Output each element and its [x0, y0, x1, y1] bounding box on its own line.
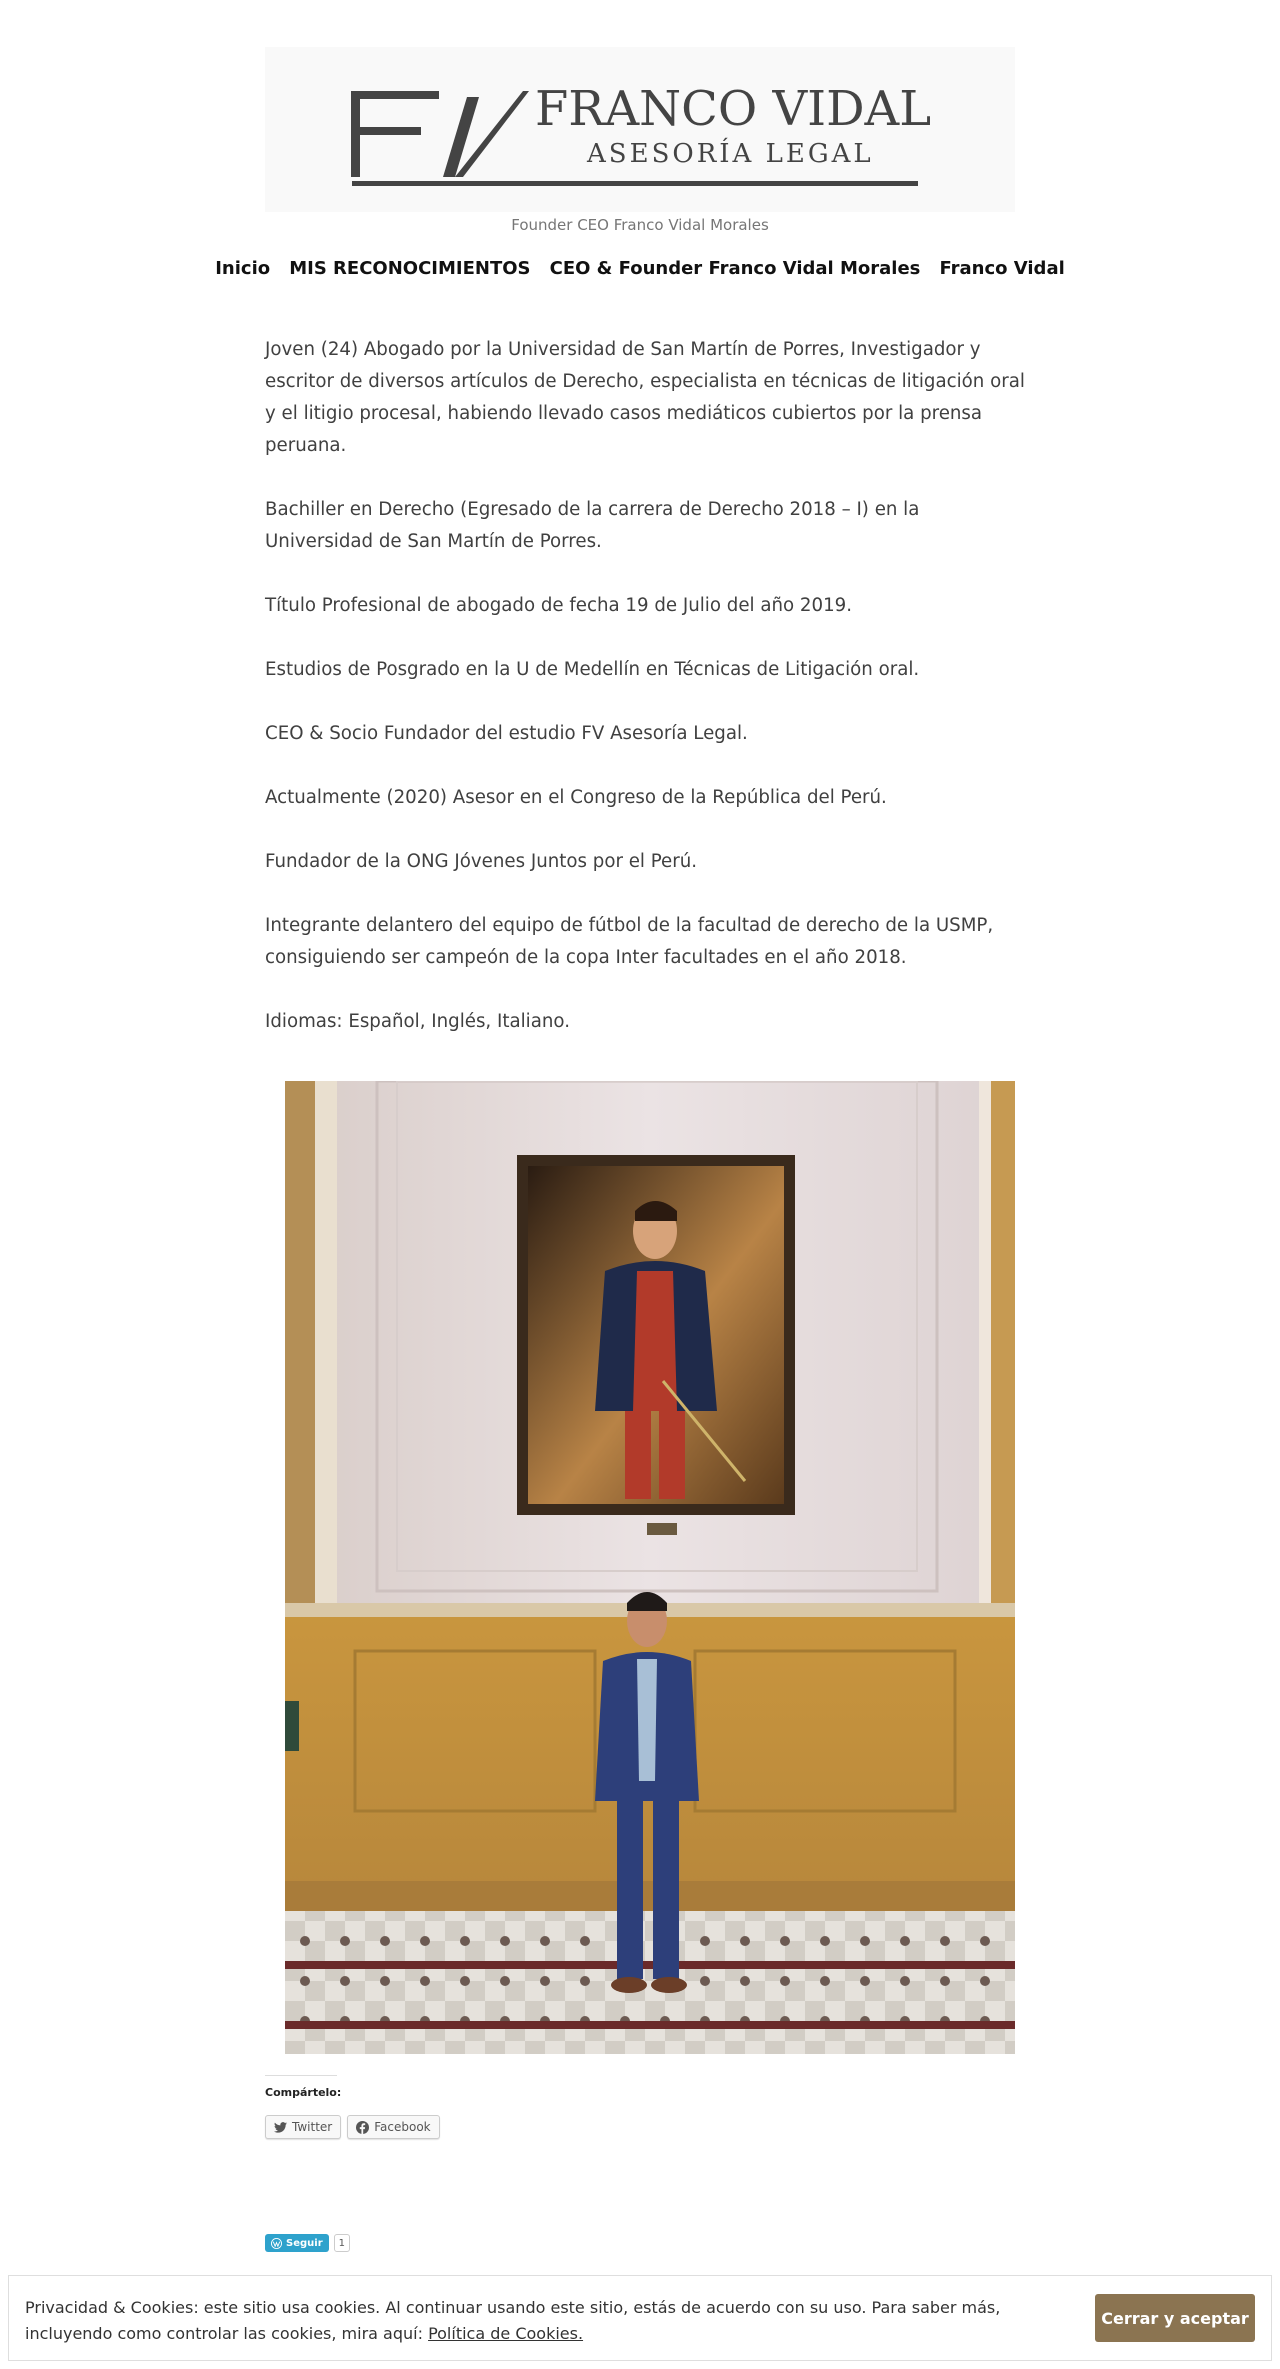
bio-paragraph: Joven (24) Abogado por la Universidad de… — [265, 339, 1025, 456]
logo-subtitle: ASESORÍA LEGAL — [587, 139, 874, 169]
follower-count: 1 — [333, 2234, 350, 2252]
twitter-share-button[interactable]: Twitter — [265, 2115, 342, 2139]
fv-monogram-icon — [351, 91, 529, 177]
post-content: Joven (24) Abogado por la Universidad de… — [265, 334, 1025, 1070]
twitter-share-label: Twitter — [292, 2120, 333, 2134]
logo-title: FRANCO VIDAL — [535, 81, 932, 137]
bio-paragraph: Bachiller en Derecho (Egresado de la car… — [265, 499, 920, 552]
facebook-share-label: Facebook — [374, 2120, 431, 2134]
bio-paragraph: Actualmente (2020) Asesor en el Congreso… — [265, 787, 887, 808]
share-buttons: Twitter Facebook — [265, 2115, 1015, 2139]
share-title: Compártelo: — [265, 2086, 342, 2099]
follow-button[interactable]: Seguir — [265, 2234, 329, 2252]
photo-illustration — [285, 1081, 1015, 2054]
bio-paragraph: Estudios de Posgrado en la U de Medellín… — [265, 659, 920, 680]
portrait-photo — [285, 1081, 1015, 2054]
cookie-banner: Privacidad & Cookies: este sitio usa coo… — [8, 2275, 1272, 2361]
wordpress-icon — [271, 2237, 282, 2249]
follow-label: Seguir — [286, 2237, 323, 2249]
nav-item-ceo-founder[interactable]: CEO & Founder Franco Vidal Morales — [550, 258, 921, 279]
share-divider — [265, 2075, 337, 2076]
facebook-share-button[interactable]: Facebook — [347, 2115, 440, 2139]
site-caption: Founder CEO Franco Vidal Morales — [511, 216, 769, 234]
bio-paragraph: Idiomas: Español, Inglés, Italiano. — [265, 1011, 570, 1032]
nav-item-inicio[interactable]: Inicio — [215, 258, 270, 279]
cookie-accept-button[interactable]: Cerrar y aceptar — [1095, 2294, 1255, 2342]
cookie-text: Privacidad & Cookies: este sitio usa coo… — [25, 2295, 1065, 2347]
bio-paragraph: Integrante delantero del equipo de fútbo… — [265, 915, 994, 968]
bio-paragraph: Título Profesional de abogado de fecha 1… — [265, 595, 852, 616]
follow-widget: Seguir 1 — [265, 2234, 350, 2252]
logo-underline — [352, 181, 918, 186]
bio-paragraph: CEO & Socio Fundador del estudio FV Ases… — [265, 723, 748, 744]
site-logo[interactable]: FRANCO VIDAL ASESORÍA LEGAL — [265, 47, 1015, 212]
nav-item-franco-vidal[interactable]: Franco Vidal — [939, 258, 1064, 279]
share-section: Compártelo: Twitter Facebook — [265, 2075, 1015, 2139]
nav-item-reconocimientos[interactable]: MIS RECONOCIMIENTOS — [289, 258, 530, 279]
bio-paragraph: Fundador de la ONG Jóvenes Juntos por el… — [265, 851, 698, 872]
cookie-policy-link[interactable]: Política de Cookies. — [428, 2324, 583, 2343]
twitter-icon — [274, 2121, 287, 2133]
facebook-icon — [356, 2120, 370, 2134]
main-navigation: Inicio MIS RECONOCIMIENTOS CEO & Founder… — [0, 258, 1280, 279]
